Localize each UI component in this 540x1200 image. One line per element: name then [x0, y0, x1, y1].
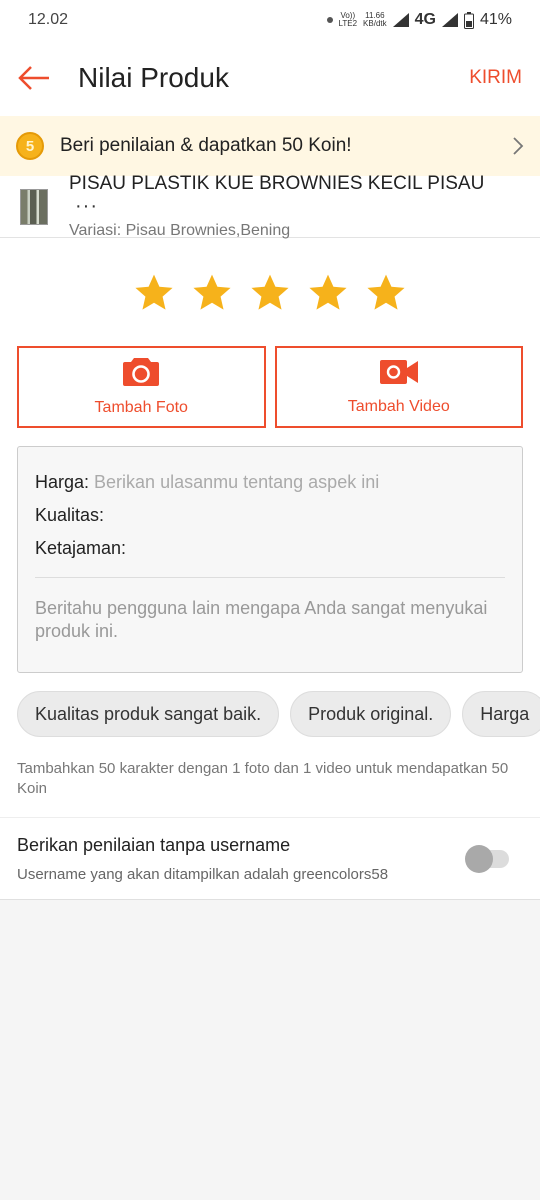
speed-unit: KB/dtk [363, 19, 387, 28]
star-1-icon[interactable] [133, 272, 175, 314]
product-thumbnail [20, 188, 48, 225]
anonymous-title: Berikan penilaian tanpa username [17, 835, 291, 855]
status-time: 12.02 [28, 11, 69, 28]
star-3-icon[interactable] [249, 272, 291, 314]
price-input[interactable]: Berikan ulasanmu tentang aspek ini [94, 472, 379, 493]
coin-banner-text: Beri penilaian & dapatkan 50 Koin! [60, 135, 352, 156]
back-button[interactable] [16, 60, 52, 96]
network-speed: 11.66 KB/dtk [363, 12, 387, 28]
page-title: Nilai Produk [78, 62, 229, 93]
star-2-icon[interactable] [191, 272, 233, 314]
quick-review-chips: Kualitas produk sangat baik. Produk orig… [0, 691, 540, 737]
signal-icon [392, 13, 409, 27]
star-4-icon[interactable] [307, 272, 349, 314]
price-aspect-row[interactable]: Harga: Berikan ulasanmu tentang aspek in… [35, 466, 505, 499]
signal-2-icon [441, 13, 458, 27]
submit-button[interactable]: KIRIM [469, 67, 522, 89]
review-form: Tambah Foto Tambah Video Harga: Berikan … [0, 238, 540, 818]
star-5-icon[interactable] [365, 272, 407, 314]
camera-icon [123, 358, 160, 386]
media-buttons: Tambah Foto Tambah Video [0, 346, 540, 428]
status-bar: 12.02 Vo)) LTE2 11.66 KB/dtk 4G 41% [0, 0, 540, 40]
volte-indicator: Vo)) LTE2 [339, 12, 358, 28]
add-video-label: Tambah Video [347, 398, 450, 415]
anonymous-toggle[interactable] [465, 845, 509, 873]
coin-hint-text: Tambahkan 50 karakter dengan 1 foto dan … [0, 737, 540, 818]
coin-reward-banner[interactable]: 5 Beri penilaian & dapatkan 50 Koin! [0, 116, 540, 176]
chip-original[interactable]: Produk original. [290, 691, 452, 737]
status-icons: Vo)) LTE2 11.66 KB/dtk 4G 41% [326, 11, 512, 29]
battery-percent: 41% [479, 11, 512, 28]
review-divider [35, 577, 505, 578]
anonymous-review-row: Berikan penilaian tanpa username Usernam… [0, 818, 540, 900]
product-variation: Variasi: Pisau Brownies,Bening [69, 222, 291, 239]
review-description-input[interactable]: Beritahu pengguna lain mengapa Anda sang… [35, 597, 505, 643]
app-bar: Nilai Produk KIRIM [0, 40, 540, 116]
product-name-ellipsis: ··· [75, 195, 98, 217]
sharpness-label: Ketajaman: [35, 538, 127, 558]
notification-dot-icon [326, 17, 333, 23]
chevron-right-icon [513, 137, 524, 155]
product-name: PISAU PLASTIK KUE BROWNIES KECIL PISAU [69, 173, 485, 194]
review-text-box[interactable]: Harga: Berikan ulasanmu tentang aspek in… [17, 446, 523, 673]
chip-quality[interactable]: Kualitas produk sangat baik. [17, 691, 280, 737]
anonymous-text: Berikan penilaian tanpa username Usernam… [17, 835, 388, 883]
product-info: PISAU PLASTIK KUE BROWNIES KECIL PISAU··… [69, 173, 524, 240]
network-type: 4G [414, 11, 436, 28]
add-video-button[interactable]: Tambah Video [274, 346, 523, 428]
price-label: Harga: [35, 472, 90, 492]
back-arrow-icon [18, 66, 49, 90]
video-camera-icon [379, 360, 418, 384]
quality-label: Kualitas: [35, 505, 105, 525]
quality-aspect-row[interactable]: Kualitas: [35, 499, 505, 532]
add-photo-label: Tambah Foto [94, 399, 188, 416]
star-rating [0, 268, 540, 318]
toggle-knob [465, 845, 493, 873]
add-photo-button[interactable]: Tambah Foto [17, 346, 266, 428]
product-name-row: PISAU PLASTIK KUE BROWNIES KECIL PISAU··… [69, 173, 524, 218]
coin-symbol: 5 [25, 137, 35, 155]
battery-icon [463, 11, 474, 29]
sharpness-aspect-row[interactable]: Ketajaman: [35, 532, 505, 565]
lte-label: LTE2 [338, 19, 358, 28]
anonymous-subtitle: Username yang akan ditampilkan adalah gr… [17, 866, 389, 883]
coin-icon: 5 [16, 132, 44, 160]
product-summary: PISAU PLASTIK KUE BROWNIES KECIL PISAU··… [0, 173, 540, 240]
chip-price[interactable]: Harga [462, 691, 540, 737]
